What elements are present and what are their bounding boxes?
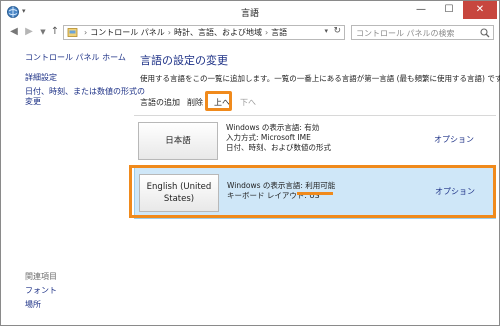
window: ▾ 言語 — ☐ ✕ ◀ ▶ ▼ ↑ › コントロール パネル › 時計、言語、および… xyxy=(0,0,500,326)
refresh-icon[interactable]: ↻ xyxy=(333,26,341,36)
control-panel-icon xyxy=(67,28,78,37)
close-button[interactable]: ✕ xyxy=(463,1,497,19)
location-link[interactable]: 場所 xyxy=(25,300,41,310)
language-details: Windows の表示言語: 有効 入力方式: Microsoft IME 日付… xyxy=(226,123,331,153)
available-status-underline xyxy=(297,192,333,195)
breadcrumb-item[interactable]: コントロール パネル xyxy=(90,28,165,37)
display-language-status: Windows の表示言語: 有効 xyxy=(226,123,320,132)
page-description: 使用する言語をこの一覧に追加します。一覧の一番上にある言語が第一言語 (最も頻繁… xyxy=(140,74,500,83)
input-method: 入力方式: Microsoft IME xyxy=(226,133,311,142)
search-icon[interactable] xyxy=(480,28,490,38)
control-panel-home-link[interactable]: コントロール パネル ホーム xyxy=(25,53,126,63)
breadcrumb-item[interactable]: 言語 xyxy=(271,28,287,37)
advanced-settings-link[interactable]: 詳細設定 xyxy=(25,73,57,83)
breadcrumb-separator-icon: › xyxy=(264,28,269,37)
fonts-link[interactable]: フォント xyxy=(25,286,57,296)
search-input[interactable]: コントロール パネルの検索 xyxy=(351,25,494,40)
up-arrow-icon[interactable]: ↑ xyxy=(49,26,61,38)
recent-locations-dropdown-icon[interactable]: ▼ xyxy=(37,26,49,38)
maximize-button[interactable]: ☐ xyxy=(435,1,463,19)
minimize-button[interactable]: — xyxy=(407,1,435,19)
remove-button[interactable]: 削除 xyxy=(187,97,203,108)
breadcrumb-separator-icon: › xyxy=(84,28,88,37)
move-up-highlight xyxy=(205,91,232,111)
back-arrow-icon[interactable]: ◀ xyxy=(8,26,20,38)
left-pane: コントロール パネル ホーム 詳細設定 日付、時刻、または数値の形式の 変更 関… xyxy=(1,43,145,325)
title-bar: ▾ 言語 — ☐ ✕ xyxy=(1,1,499,23)
move-down-button[interactable]: 下へ xyxy=(240,97,256,108)
date-time-format-link-line2[interactable]: 変更 xyxy=(25,97,41,107)
forward-arrow-icon[interactable]: ▶ xyxy=(23,26,35,38)
language-button[interactable]: 日本語 xyxy=(138,122,218,160)
add-language-button[interactable]: 言語の追加 xyxy=(140,97,180,108)
list-item[interactable]: 日本語 Windows の表示言語: 有効 入力方式: Microsoft IM… xyxy=(134,115,496,167)
address-bar[interactable]: › コントロール パネル › 時計、言語、および地域 › 言語 ▾ ↻ xyxy=(63,25,345,40)
search-placeholder: コントロール パネルの検索 xyxy=(356,29,455,38)
breadcrumb-item[interactable]: 時計、言語、および地域 xyxy=(174,28,262,37)
page-title: 言語の設定の変更 xyxy=(140,54,228,67)
address-dropdown-icon[interactable]: ▾ xyxy=(324,27,328,35)
related-heading: 関連項目 xyxy=(25,272,57,281)
breadcrumb: › コントロール パネル › 時計、言語、および地域 › 言語 xyxy=(81,27,287,38)
options-link[interactable]: オプション xyxy=(434,134,474,145)
format-info: 日付、時刻、および数値の形式 xyxy=(226,143,331,152)
date-time-format-link[interactable]: 日付、時刻、または数値の形式の xyxy=(25,87,145,97)
navigation-bar: ◀ ▶ ▼ ↑ › コントロール パネル › 時計、言語、および地域 › 言語 ▾ ↻ コ… xyxy=(1,23,499,43)
breadcrumb-separator-icon: › xyxy=(167,28,171,37)
